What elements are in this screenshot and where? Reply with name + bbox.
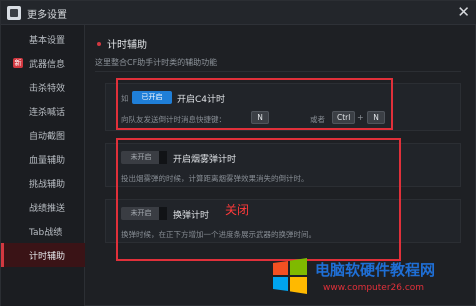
- sidebar-item-label: 血量辅助: [29, 156, 66, 166]
- windows-logo-icon: [273, 258, 307, 294]
- reload-timer-label: 换弹计时: [173, 211, 210, 221]
- sidebar-item-label: 计时辅助: [29, 252, 66, 262]
- sidebar-item-label: 武器信息: [29, 60, 66, 70]
- app-icon: [7, 6, 21, 20]
- sidebar-item-challenge-assist[interactable]: 挑战辅助: [1, 171, 85, 195]
- hotkey-n[interactable]: N: [251, 111, 269, 124]
- sidebar-item-basic[interactable]: 基本设置: [1, 27, 85, 51]
- toggle-knob-icon: [159, 207, 167, 220]
- settings-window: 更多设置 ✕ 基本设置 新 武器信息 击杀特效 连杀喊话 自动截图 血量辅助 挑…: [0, 0, 476, 306]
- sidebar-item-timer-assist[interactable]: 计时辅助: [1, 243, 85, 267]
- sidebar-item-killstreak-shout[interactable]: 连杀喊话: [1, 99, 85, 123]
- watermark-title: 电脑软硬件教程网: [315, 261, 436, 279]
- sidebar-item-label: 基本设置: [29, 36, 66, 46]
- sidebar-item-health-assist[interactable]: 血量辅助: [1, 147, 85, 171]
- section-description: 这里整合CF助手计时类的辅助功能: [95, 58, 218, 67]
- c4-timer-label: 开启C4计时: [177, 95, 226, 105]
- sidebar-item-label: 击杀特效: [29, 84, 66, 94]
- or-text: 或者: [310, 115, 325, 124]
- hotkey-ctrl[interactable]: Ctrl: [332, 111, 356, 124]
- new-badge-icon: 新: [13, 58, 23, 68]
- sidebar-item-weapon-info[interactable]: 新 武器信息: [1, 51, 85, 75]
- plus-sign: +: [357, 113, 364, 122]
- divider: [95, 71, 461, 72]
- section-bullet-icon: [97, 42, 101, 46]
- sidebar-item-label: 自动截图: [29, 132, 66, 142]
- sidebar-item-tab-record[interactable]: Tab战绩: [1, 219, 85, 243]
- sidebar-item-label: 战绩推送: [29, 204, 66, 214]
- sidebar-item-label: Tab战绩: [29, 228, 63, 238]
- hotkey-n-combo[interactable]: N: [367, 111, 385, 124]
- reload-timer-toggle[interactable]: 未开启: [121, 207, 161, 220]
- toggle-knob-icon: [159, 151, 167, 164]
- sidebar-item-auto-screenshot[interactable]: 自动截图: [1, 123, 85, 147]
- section-title: 计时辅助: [107, 40, 147, 51]
- close-icon[interactable]: ✕: [457, 3, 470, 21]
- watermark-url: www.computer26.com: [323, 283, 425, 293]
- sidebar-item-label: 连杀喊话: [29, 108, 66, 118]
- c4-timer-description: 向队友发送倒计时消息快捷键：: [121, 115, 226, 124]
- toggle-prefix: 如: [121, 94, 129, 103]
- smoke-timer-toggle[interactable]: 未开启: [121, 151, 161, 164]
- c4-timer-toggle[interactable]: 已开启: [132, 91, 172, 104]
- sidebar: 基本设置 新 武器信息 击杀特效 连杀喊话 自动截图 血量辅助 挑战辅助 战绩推…: [1, 25, 85, 306]
- sidebar-item-kill-effect[interactable]: 击杀特效: [1, 75, 85, 99]
- smoke-timer-description: 投出烟雾弹的时候，计算距离烟雾弹效果消失的倒计时。: [121, 174, 309, 183]
- sidebar-item-label: 挑战辅助: [29, 180, 66, 190]
- smoke-timer-label: 开启烟雾弹计时: [173, 155, 237, 165]
- annotation-off: 关闭: [225, 203, 250, 217]
- reload-timer-description: 换弹时候，在正下方增加一个进度条展示武器的换弹时间。: [121, 230, 316, 239]
- sidebar-item-record-push[interactable]: 战绩推送: [1, 195, 85, 219]
- window-title: 更多设置: [27, 10, 67, 21]
- title-bar: 更多设置 ✕: [1, 1, 476, 25]
